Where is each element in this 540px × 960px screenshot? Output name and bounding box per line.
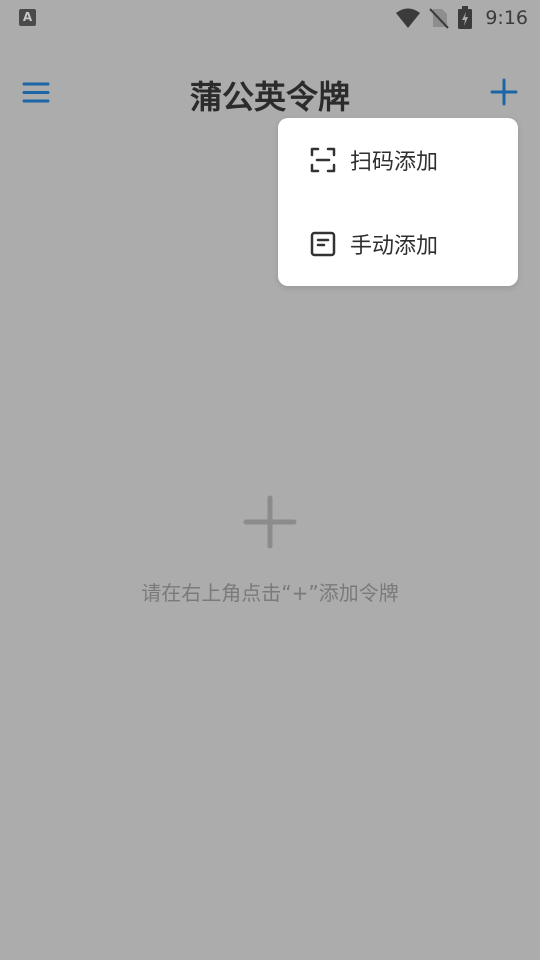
form-icon <box>310 231 336 257</box>
status-icons: 9:16 <box>395 5 528 31</box>
add-button[interactable] <box>488 76 520 108</box>
empty-state-message: 请在右上角点击“+”添加令牌 <box>141 581 399 605</box>
battery-charging-icon <box>458 6 473 29</box>
notification-icon: A <box>19 9 36 26</box>
status-bar: A 9:16 <box>0 0 540 36</box>
menu-item-manual-add-label: 手动添加 <box>350 234 439 259</box>
notification-glyph: A <box>22 10 33 24</box>
plus-icon <box>490 78 518 106</box>
empty-state: 请在右上角点击“+”添加令牌 <box>0 495 540 606</box>
menu-item-scan-add-label: 扫码添加 <box>350 150 439 175</box>
wifi-icon <box>396 8 421 28</box>
no-sim-icon <box>429 8 450 29</box>
add-menu: 扫码添加 手动添加 <box>278 118 518 286</box>
menu-item-manual-add[interactable]: 手动添加 <box>278 202 518 286</box>
scan-icon <box>310 147 336 173</box>
empty-plus-icon <box>243 495 297 549</box>
page-title: 蒲公英令牌 <box>189 78 350 116</box>
menu-item-scan-add[interactable]: 扫码添加 <box>278 118 518 202</box>
status-time: 9:16 <box>485 7 528 29</box>
